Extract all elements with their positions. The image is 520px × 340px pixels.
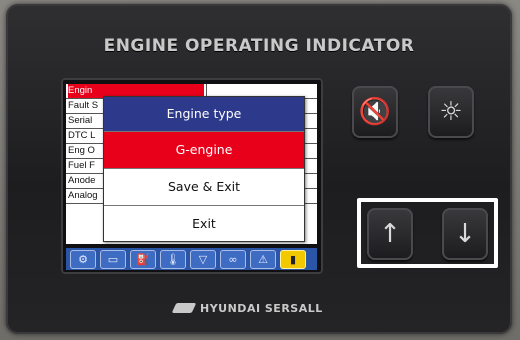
display-frame: Engin Fault S Serial DTC L Eng O Fuel F … — [61, 78, 323, 274]
brand-mark-icon — [171, 303, 197, 313]
brand-name: HYUNDAI SERSALL — [200, 302, 323, 315]
lcd-screen: Engin Fault S Serial DTC L Eng O Fuel F … — [66, 84, 317, 244]
status-icon-bar: ⚙ ▭ ⛽ 🌡 ▽ ∞ ⚠ ▮ — [66, 248, 317, 270]
battery-icon: ▭ — [100, 250, 126, 269]
arrow-up-icon: ↑ — [379, 219, 401, 249]
light-button[interactable]: ☼ — [428, 86, 474, 138]
option-g-engine[interactable]: G-engine — [104, 131, 304, 168]
engine-type-popup: Engine type G-engine Save & Exit Exit — [103, 96, 305, 242]
light-icon: ☼ — [439, 97, 463, 127]
arrow-down-icon: ↓ — [454, 219, 476, 249]
service-icon: ⚠ — [250, 250, 276, 269]
device-title: ENGINE OPERATING INDICATOR — [103, 36, 415, 56]
oil-can-icon: ⛽ — [130, 250, 156, 269]
brand-logo: HYUNDAI SERSALL — [171, 302, 374, 320]
glow-plug-icon: ∞ — [220, 250, 246, 269]
mute-icon: 🔇 — [358, 97, 392, 127]
engine-icon: ⚙ — [70, 250, 96, 269]
option-save-exit[interactable]: Save & Exit — [104, 168, 304, 205]
warning-icon: ▮ — [280, 250, 306, 269]
up-button[interactable]: ↑ — [367, 208, 413, 260]
down-button[interactable]: ↓ — [442, 208, 488, 260]
mute-button[interactable]: 🔇 — [352, 86, 398, 138]
temperature-icon: 🌡 — [160, 250, 186, 269]
option-exit[interactable]: Exit — [104, 205, 304, 242]
filter-icon: ▽ — [190, 250, 216, 269]
device-photo: ENGINE OPERATING INDICATOR Engin Fault S… — [0, 0, 520, 340]
device-bezel: ENGINE OPERATING INDICATOR Engin Fault S… — [6, 4, 512, 334]
popup-title: Engine type — [104, 97, 304, 131]
